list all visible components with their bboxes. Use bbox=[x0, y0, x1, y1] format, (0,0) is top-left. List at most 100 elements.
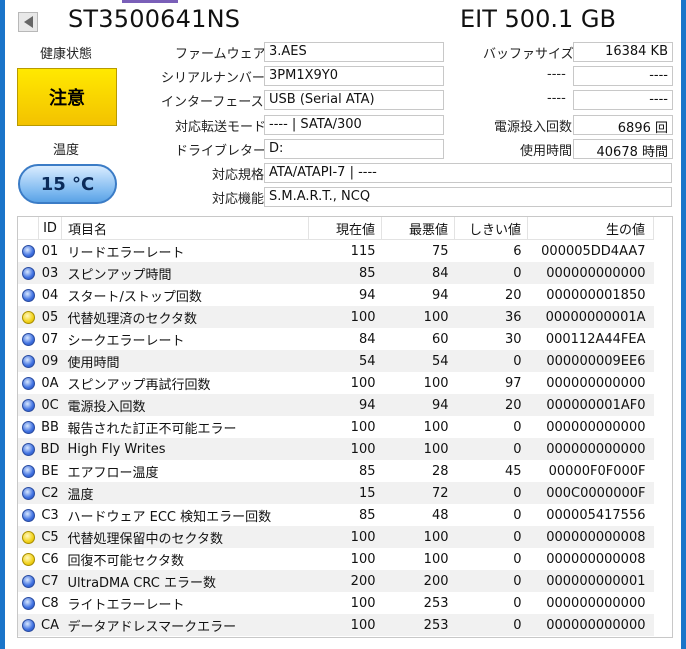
table-row[interactable]: 09 使用時間 54 54 0 000000009EE6 bbox=[18, 350, 654, 372]
attribute-current: 100 bbox=[308, 526, 382, 548]
attribute-raw: 000000009EE6 bbox=[527, 350, 654, 372]
temperature-badge[interactable]: 15 °C bbox=[18, 164, 117, 204]
attribute-worst: 72 bbox=[381, 482, 455, 504]
attribute-id: 03 bbox=[38, 262, 62, 284]
table-row[interactable]: 04 スタート/ストップ回数 94 94 20 000000001850 bbox=[18, 284, 654, 306]
raw-column-header[interactable]: 生の値 bbox=[527, 217, 654, 240]
attribute-worst: 200 bbox=[381, 570, 455, 592]
attribute-raw: 000000000000 bbox=[546, 595, 646, 611]
table-row[interactable]: 01 リードエラーレート 115 75 6 000005DD4AA7 bbox=[18, 240, 654, 263]
blank-label-2: ---- bbox=[547, 91, 566, 106]
table-row[interactable]: 0C 電源投入回数 94 94 20 000000001AF0 bbox=[18, 394, 654, 416]
attribute-threshold: 20 bbox=[454, 394, 528, 416]
attribute-threshold: 30 bbox=[504, 331, 522, 347]
attribute-threshold: 0 bbox=[513, 595, 522, 611]
table-row[interactable]: BD High Fly Writes 100 100 0 000000000000 bbox=[18, 438, 654, 460]
status-column-header[interactable] bbox=[18, 217, 39, 240]
triangle-left-icon bbox=[23, 16, 33, 28]
attribute-threshold: 20 bbox=[504, 287, 522, 303]
caution-status-icon bbox=[21, 552, 35, 566]
attribute-worst: 100 bbox=[381, 526, 455, 548]
table-row[interactable]: C2 温度 15 72 0 000C0000000F bbox=[18, 482, 654, 504]
attribute-worst: 253 bbox=[381, 614, 455, 636]
attribute-current: 100 bbox=[308, 306, 382, 328]
attribute-name: 報告された訂正不可能エラー bbox=[67, 421, 237, 437]
attribute-raw: 000005DD4AA7 bbox=[541, 243, 646, 259]
table-row[interactable]: 07 シークエラーレート 84 60 30 000112A44FEA bbox=[18, 328, 654, 350]
attribute-raw: 000005417556 bbox=[546, 507, 646, 523]
attribute-name: リードエラーレート bbox=[67, 245, 185, 261]
drive-letter-label: ドライブレター bbox=[175, 144, 267, 159]
attribute-raw: 000000000008 bbox=[546, 551, 646, 567]
id-column-header[interactable]: ID bbox=[38, 217, 62, 240]
attribute-raw: 000000000000 bbox=[527, 614, 654, 636]
attribute-worst: 100 bbox=[423, 419, 449, 435]
status-cell bbox=[18, 482, 39, 504]
current-column-header[interactable]: 現在値 bbox=[308, 217, 382, 240]
status-cell bbox=[18, 306, 39, 328]
firmware-label: ファームウェア bbox=[175, 47, 266, 62]
good-status-icon bbox=[21, 288, 35, 302]
previous-disk-button[interactable] bbox=[18, 12, 38, 32]
attribute-threshold: 97 bbox=[504, 375, 522, 391]
table-row[interactable]: C5 代替処理保留中のセクタ数 100 100 0 000000000008 bbox=[18, 526, 654, 548]
attribute-raw: 00000F0F000F bbox=[548, 463, 646, 479]
attribute-worst: 75 bbox=[431, 243, 449, 259]
table-row[interactable]: BE エアフロー温度 85 28 45 00000F0F000F bbox=[18, 460, 654, 482]
attribute-name: 使用時間 bbox=[61, 350, 309, 372]
attribute-id: C3 bbox=[41, 507, 59, 523]
name-column-header[interactable]: 項目名 bbox=[61, 217, 309, 240]
attribute-raw: 000000000001 bbox=[527, 570, 654, 592]
attribute-threshold: 36 bbox=[454, 306, 528, 328]
good-status-icon bbox=[21, 244, 35, 258]
attribute-name: エアフロー温度 bbox=[67, 465, 159, 481]
attribute-current: 100 bbox=[350, 375, 376, 391]
attribute-name: 温度 bbox=[61, 482, 309, 504]
table-row[interactable]: CA データアドレスマークエラー 100 253 0 000000000000 bbox=[18, 614, 654, 636]
attribute-threshold: 0 bbox=[454, 526, 528, 548]
good-status-icon bbox=[21, 618, 35, 632]
table-row[interactable]: C8 ライトエラーレート 100 253 0 000000000000 bbox=[18, 592, 654, 614]
table-row[interactable]: 03 スピンアップ時間 85 84 0 000000000000 bbox=[18, 262, 654, 284]
caution-status-icon bbox=[21, 530, 35, 544]
status-cell bbox=[18, 504, 39, 526]
attribute-id: C5 bbox=[38, 526, 62, 548]
attribute-current: 200 bbox=[308, 570, 382, 592]
attribute-threshold: 0 bbox=[454, 350, 528, 372]
window-left-edge bbox=[0, 0, 5, 649]
attribute-id: CA bbox=[38, 614, 62, 636]
attribute-current: 100 bbox=[350, 595, 376, 611]
table-row[interactable]: BB 報告された訂正不可能エラー 100 100 0 000000000000 bbox=[18, 416, 654, 438]
attribute-id: 0C bbox=[38, 394, 62, 416]
attribute-worst: 28 bbox=[431, 463, 449, 479]
health-status-badge[interactable]: 注意 bbox=[17, 68, 117, 126]
good-status-icon bbox=[21, 266, 35, 280]
smart-attribute-table[interactable]: ID 項目名 現在値 最悪値 しきい値 生の値 01 リードエラーレート 115 75… bbox=[17, 216, 673, 638]
active-tab-indicator bbox=[122, 0, 178, 3]
table-row[interactable]: C7 UltraDMA CRC エラー数 200 200 0 000000000001 bbox=[18, 570, 654, 592]
good-status-icon bbox=[21, 420, 35, 434]
attribute-raw: 000000000000 bbox=[546, 419, 646, 435]
attribute-id: BB bbox=[41, 419, 59, 435]
attribute-worst: 84 bbox=[381, 262, 455, 284]
table-row[interactable]: C6 回復不可能セクタ数 100 100 0 000000000008 bbox=[18, 548, 654, 570]
table-row[interactable]: C3 ハードウェア ECC 検知エラー回数 85 48 0 000005417556 bbox=[18, 504, 654, 526]
attribute-threshold: 0 bbox=[454, 614, 528, 636]
status-cell bbox=[18, 438, 39, 460]
temperature-label: 温度 bbox=[53, 143, 80, 158]
caution-status-icon bbox=[21, 310, 35, 324]
good-status-icon bbox=[21, 332, 35, 346]
table-row[interactable]: 0A スピンアップ再試行回数 100 100 97 000000000000 bbox=[18, 372, 654, 394]
attribute-id: BE bbox=[41, 463, 59, 479]
threshold-column-header[interactable]: しきい値 bbox=[454, 217, 528, 240]
good-status-icon bbox=[21, 376, 35, 390]
table-row[interactable]: 05 代替処理済のセクタ数 100 100 36 00000000001A bbox=[18, 306, 654, 328]
worst-column-header[interactable]: 最悪値 bbox=[381, 217, 455, 240]
attribute-threshold: 0 bbox=[454, 438, 528, 460]
good-status-icon bbox=[21, 486, 35, 500]
attribute-id: C6 bbox=[41, 551, 59, 567]
attribute-name: スピンアップ再試行回数 bbox=[67, 377, 211, 393]
attribute-name: スピンアップ時間 bbox=[61, 262, 309, 284]
attribute-threshold: 0 bbox=[454, 482, 528, 504]
attribute-id: C2 bbox=[38, 482, 62, 504]
